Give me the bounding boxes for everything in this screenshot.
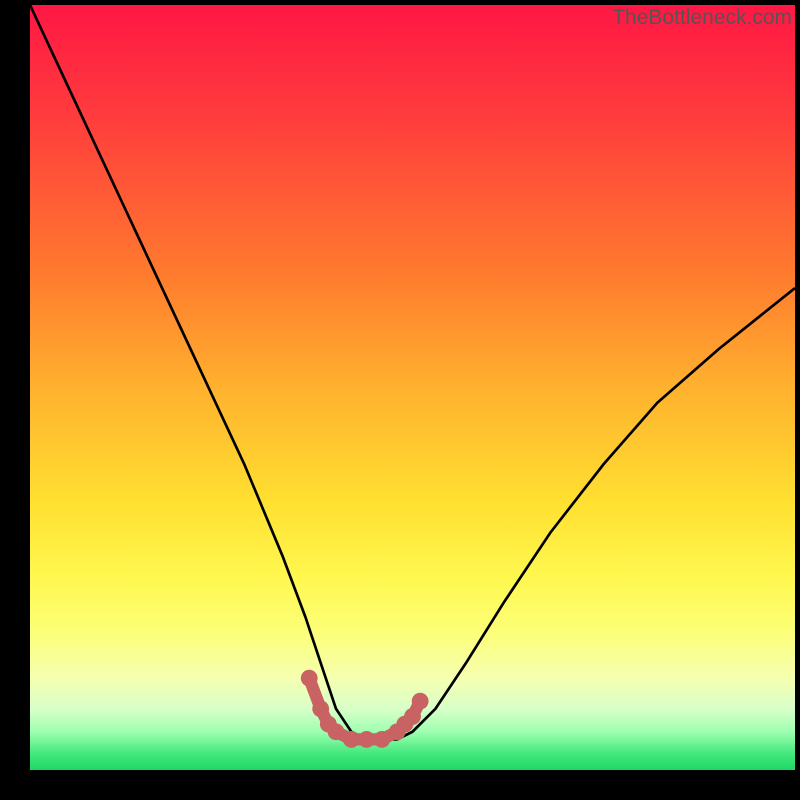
highlight-dot [358, 731, 375, 748]
highlight-dot [312, 700, 329, 717]
watermark-text: TheBottleneck.com [612, 6, 792, 30]
highlight-dot [412, 693, 429, 710]
highlight-dot [404, 708, 421, 725]
bottleneck-curve [30, 5, 795, 739]
highlight-dot [328, 723, 345, 740]
highlight-dot [343, 731, 360, 748]
highlight-dot [301, 670, 318, 687]
chart-plot-area [30, 5, 795, 770]
highlight-dots [301, 670, 429, 748]
highlight-dot [373, 731, 390, 748]
chart-curve-layer [30, 5, 795, 770]
